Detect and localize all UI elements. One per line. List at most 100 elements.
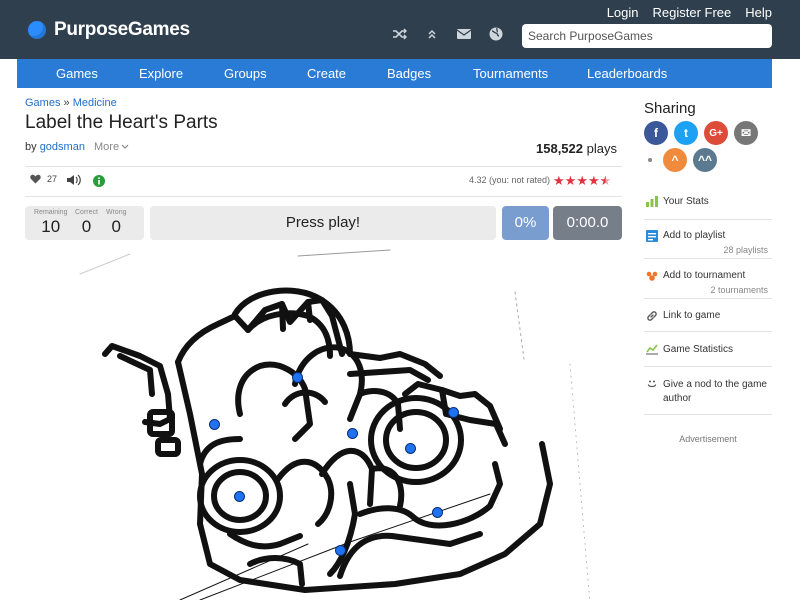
- label-dot-6[interactable]: [234, 491, 245, 502]
- nav-groups[interactable]: Groups: [224, 66, 267, 81]
- correct-score: Correct 0: [75, 209, 98, 237]
- breadcrumb-medicine[interactable]: Medicine: [73, 97, 117, 109]
- divider: [25, 166, 622, 167]
- email-icon[interactable]: ✉: [734, 121, 758, 145]
- breadcrumb-separator: »: [63, 97, 70, 109]
- scoreboard: Remaining 10 Correct 0 Wrong 0: [25, 206, 144, 240]
- label-dot-1[interactable]: [292, 372, 303, 383]
- logo-text: PurposeGames: [54, 19, 190, 40]
- press-play-button[interactable]: Press play!: [150, 206, 496, 240]
- top-bar: PurposeGames Login Register Free Help: [0, 0, 800, 59]
- plays-number: 158,522: [536, 141, 583, 156]
- label-dot-7[interactable]: [432, 507, 443, 518]
- label-dot-3[interactable]: [347, 428, 358, 439]
- add-to-tournament-link[interactable]: Add to tournament 2 tournaments: [644, 270, 772, 298]
- star-icon[interactable]: ★: [553, 174, 565, 187]
- nav-leaderboards[interactable]: Leaderboards: [587, 66, 667, 81]
- label-dot-8[interactable]: [335, 545, 346, 556]
- heart-diagram: [50, 244, 606, 600]
- give-nod-label: Give a nod to the game author: [663, 379, 767, 404]
- share-buttons-row-2: ^ ^^: [644, 148, 723, 172]
- game-statistics-link[interactable]: Game Statistics: [644, 344, 772, 358]
- line-chart-icon: [646, 344, 658, 355]
- chevron-down-icon: [121, 144, 129, 149]
- help-link[interactable]: Help: [745, 5, 772, 20]
- logo-dot-icon: [28, 21, 46, 39]
- star-icon[interactable]: ★: [588, 174, 600, 187]
- upvote-icon[interactable]: ^: [663, 148, 687, 172]
- author-link[interactable]: godsman: [40, 141, 85, 153]
- info-icon[interactable]: [93, 174, 105, 192]
- link-to-game-link[interactable]: Link to game: [644, 310, 772, 324]
- correct-value: 0: [81, 217, 92, 236]
- rating-stars[interactable]: ★ ★ ★ ★ ★: [553, 174, 611, 187]
- more-dropdown[interactable]: More: [94, 141, 129, 153]
- label-dot-2[interactable]: [209, 419, 220, 430]
- like-button[interactable]: 27: [30, 174, 57, 184]
- bullet-icon: [648, 158, 652, 162]
- star-half-icon[interactable]: ★: [600, 174, 612, 187]
- playlist-icon: [646, 230, 658, 242]
- more-label: More: [94, 141, 120, 153]
- nav-badges[interactable]: Badges: [387, 66, 431, 81]
- double-chevron-up-icon[interactable]: ^^: [693, 148, 717, 172]
- remaining-label: Remaining: [34, 209, 68, 216]
- correct-label: Correct: [75, 209, 98, 216]
- mail-icon[interactable]: [456, 26, 472, 42]
- globe-icon[interactable]: [488, 26, 504, 42]
- main-nav: Games Explore Groups Create Badges Tourn…: [17, 59, 772, 88]
- star-icon[interactable]: ★: [576, 174, 588, 187]
- tournament-icon: [646, 271, 658, 281]
- add-to-playlist-link[interactable]: Add to playlist 28 playlists: [644, 230, 772, 258]
- login-link[interactable]: Login: [607, 5, 639, 20]
- game-timer: 0:00.0: [553, 206, 622, 240]
- your-stats-link[interactable]: Your Stats: [644, 196, 772, 210]
- give-nod-link[interactable]: Give a nod to the game author: [644, 378, 772, 408]
- label-dot-5[interactable]: [405, 443, 416, 454]
- bar-chart-icon: [646, 196, 658, 207]
- sharing-title: Sharing: [644, 100, 696, 117]
- rating-text: 4.32 (you: not rated): [469, 175, 551, 185]
- smile-icon: [647, 380, 657, 388]
- breadcrumb-games[interactable]: Games: [25, 97, 60, 109]
- remaining-score: Remaining 10: [34, 209, 67, 237]
- twitter-icon[interactable]: t: [674, 121, 698, 145]
- chevron-up-icon[interactable]: [424, 26, 440, 42]
- breadcrumb: Games » Medicine: [25, 97, 117, 109]
- page-title: Label the Heart's Parts: [25, 112, 218, 133]
- sound-icon[interactable]: [67, 173, 81, 191]
- label-dot-4[interactable]: [448, 407, 459, 418]
- nav-create[interactable]: Create: [307, 66, 346, 81]
- divider: [644, 414, 772, 415]
- add-playlist-label: Add to playlist: [663, 230, 726, 241]
- search-input[interactable]: [522, 24, 772, 48]
- link-to-game-label: Link to game: [663, 310, 721, 321]
- link-icon: [647, 311, 657, 321]
- plays-label: plays: [586, 141, 617, 156]
- divider: [644, 219, 772, 220]
- percent-score: 0%: [502, 206, 549, 240]
- nav-explore[interactable]: Explore: [139, 66, 183, 81]
- star-icon[interactable]: ★: [565, 174, 577, 187]
- facebook-icon[interactable]: f: [644, 121, 668, 145]
- divider: [25, 196, 622, 197]
- tournaments-count: 2 tournaments: [710, 285, 768, 295]
- likes-count: 27: [47, 174, 58, 184]
- divider: [644, 258, 772, 259]
- site-logo[interactable]: PurposeGames: [28, 19, 190, 41]
- register-link[interactable]: Register Free: [653, 5, 732, 20]
- share-buttons-row-1: f t G+ ✉: [644, 121, 764, 145]
- by-label: by: [25, 141, 37, 153]
- divider: [644, 331, 772, 332]
- divider: [644, 366, 772, 367]
- nav-games[interactable]: Games: [56, 66, 98, 81]
- wrong-score: Wrong 0: [106, 209, 127, 237]
- plays-count: 158,522 plays: [536, 141, 617, 156]
- google-plus-icon[interactable]: G+: [704, 121, 728, 145]
- divider: [644, 298, 772, 299]
- nav-tournaments[interactable]: Tournaments: [473, 66, 548, 81]
- advertisement-label: Advertisement: [679, 434, 737, 444]
- wrong-value: 0: [111, 217, 121, 236]
- wrong-label: Wrong: [106, 209, 127, 216]
- shuffle-icon[interactable]: [392, 26, 408, 42]
